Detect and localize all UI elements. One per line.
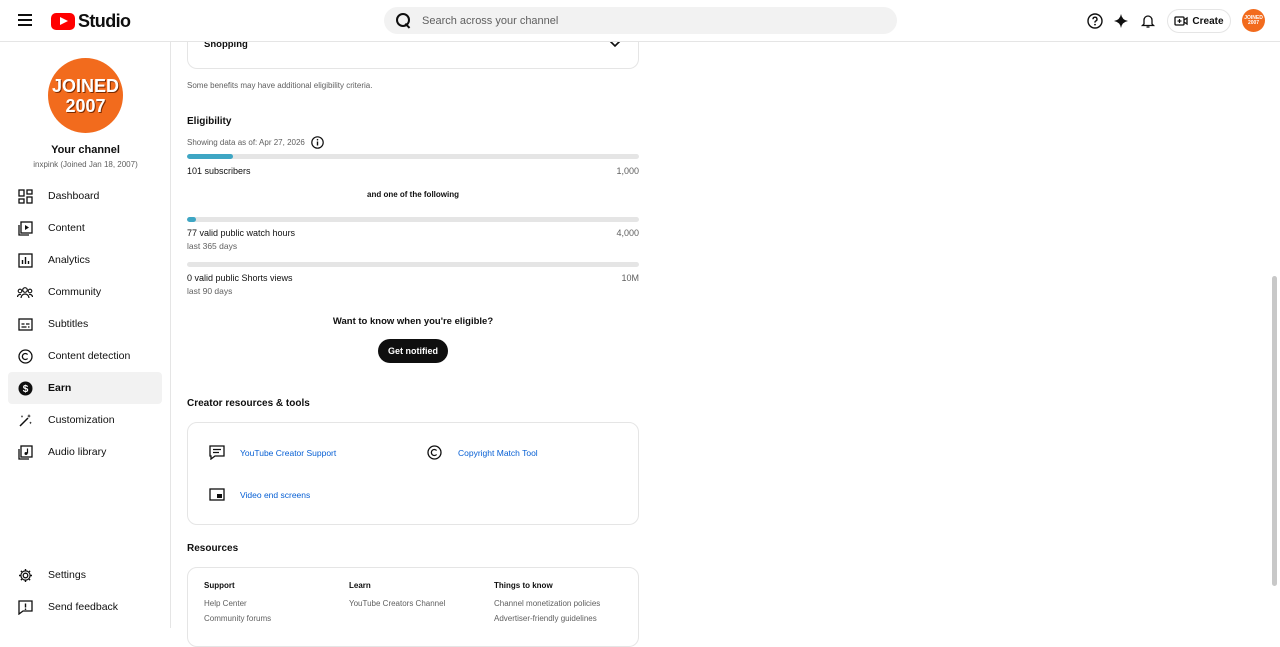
community-forums-link[interactable]: Community forums xyxy=(204,614,271,623)
sidebar-item-community[interactable]: Community xyxy=(8,276,162,308)
top-bar: Studio Create JOINED 2007 xyxy=(0,0,1280,42)
search-input[interactable] xyxy=(422,14,842,27)
subscribers-target: 1,000 xyxy=(616,166,639,176)
sidebar-item-label: Earn xyxy=(48,382,72,394)
search-icon xyxy=(396,13,411,28)
creator-support-label[interactable]: YouTube Creator Support xyxy=(240,448,336,458)
studio-label: Studio xyxy=(78,10,131,31)
dollar-icon: $ xyxy=(17,380,33,396)
shorts-target: 10M xyxy=(621,273,639,283)
creator-support-link[interactable]: YouTube Creator Support xyxy=(209,445,336,460)
sparkle-icon[interactable] xyxy=(1112,12,1130,30)
avatar-line-1: JOINED xyxy=(51,75,120,96)
sidebar-item-label: Settings xyxy=(48,569,86,581)
shorts-progress-bar xyxy=(187,262,639,267)
get-notified-button[interactable]: Get notified xyxy=(378,339,448,363)
advertiser-guidelines-link[interactable]: Advertiser-friendly guidelines xyxy=(494,614,597,623)
community-icon xyxy=(17,284,33,300)
want-to-know-text: Want to know when you're eligible? xyxy=(332,316,494,327)
analytics-icon xyxy=(17,252,33,268)
shorts-label: 0 valid public Shorts views xyxy=(187,273,293,283)
resources-learn-head: Learn xyxy=(349,581,371,590)
copyright-icon xyxy=(17,348,33,364)
watch-hours-target: 4,000 xyxy=(616,228,639,238)
sidebar-item-settings[interactable]: Settings xyxy=(8,559,162,591)
sidebar-item-label: Send feedback xyxy=(48,601,119,613)
subscribers-label: 101 subscribers xyxy=(187,166,251,176)
help-center-link[interactable]: Help Center xyxy=(204,599,247,608)
audio-library-icon xyxy=(17,444,33,460)
create-button[interactable]: Create xyxy=(1167,9,1231,33)
sidebar-item-content[interactable]: Content xyxy=(8,212,162,244)
sidebar-item-analytics[interactable]: Analytics xyxy=(8,244,162,276)
end-screen-icon xyxy=(209,488,225,501)
scrollbar[interactable] xyxy=(1272,276,1277,586)
dashboard-icon xyxy=(17,188,33,204)
notifications-icon[interactable] xyxy=(1139,12,1157,30)
shorts-period: last 90 days xyxy=(187,286,233,296)
subscribers-progress-fill xyxy=(187,154,233,159)
search-bar[interactable] xyxy=(384,7,897,34)
watch-hours-progress-bar xyxy=(187,217,639,222)
resources-card: Support Help Center Community forums Lea… xyxy=(187,567,639,647)
video-add-icon xyxy=(1174,16,1189,26)
subscribers-progress-bar xyxy=(187,154,639,159)
and-one-of-following: and one of the following xyxy=(367,190,459,199)
sidebar-item-label: Analytics xyxy=(48,254,91,266)
sidebar-item-dashboard[interactable]: Dashboard xyxy=(8,180,162,212)
sidebar-item-customization[interactable]: Customization xyxy=(8,404,162,436)
end-screens-link[interactable]: Video end screens xyxy=(209,488,310,501)
resources-title: Resources xyxy=(187,543,239,554)
content-icon xyxy=(17,220,33,236)
end-screens-label[interactable]: Video end screens xyxy=(240,490,310,500)
sidebar-item-label: Dashboard xyxy=(48,190,100,202)
create-label: Create xyxy=(1192,15,1224,27)
copyright-match-label[interactable]: Copyright Match Tool xyxy=(458,448,538,458)
menu-icon[interactable] xyxy=(16,12,34,30)
copyright-match-link[interactable]: Copyright Match Tool xyxy=(427,445,538,460)
feedback-icon xyxy=(17,599,33,615)
magic-wand-icon xyxy=(17,412,33,428)
sidebar-item-label: Customization xyxy=(48,414,115,426)
studio-logo[interactable]: Studio xyxy=(51,10,131,31)
as-of-text: Showing data as of: Apr 27, 2026 xyxy=(187,138,305,147)
main-content: Shopping Some benefits may have addition… xyxy=(171,28,1271,647)
sidebar: JOINED 2007 Your channel inxpink (Joined… xyxy=(0,42,171,628)
monetization-policies-link[interactable]: Channel monetization policies xyxy=(494,599,600,608)
watch-hours-progress-fill xyxy=(187,217,196,222)
resources-support-head: Support xyxy=(204,581,235,590)
sidebar-item-label: Content detection xyxy=(48,350,131,362)
help-icon[interactable] xyxy=(1086,12,1104,30)
gear-icon xyxy=(17,567,33,583)
sidebar-item-label: Audio library xyxy=(48,446,107,458)
creator-tools-title: Creator resources & tools xyxy=(187,398,310,409)
sidebar-item-audio-library[interactable]: Audio library xyxy=(8,436,162,468)
copyright-icon xyxy=(427,445,442,460)
channel-subtitle: inxpink (Joined Jan 18, 2007) xyxy=(33,160,138,169)
subtitles-icon xyxy=(17,316,33,332)
sidebar-item-label: Content xyxy=(48,222,85,234)
sidebar-item-label: Community xyxy=(48,286,102,298)
svg-text:$: $ xyxy=(22,384,28,395)
benefits-note: Some benefits may have additional eligib… xyxy=(187,81,373,90)
account-avatar[interactable]: JOINED 2007 xyxy=(1242,9,1265,32)
sidebar-item-subtitles[interactable]: Subtitles xyxy=(8,308,162,340)
watch-hours-label: 77 valid public watch hours xyxy=(187,228,296,238)
sidebar-item-earn[interactable]: $ Earn xyxy=(8,372,162,404)
data-as-of: Showing data as of: Apr 27, 2026 xyxy=(187,136,324,149)
info-icon[interactable] xyxy=(311,136,324,149)
channel-avatar[interactable]: JOINED 2007 xyxy=(48,58,123,133)
watch-hours-period: last 365 days xyxy=(187,241,238,251)
youtube-logo-icon xyxy=(51,12,75,30)
creator-tools-card: YouTube Creator Support Copyright Match … xyxy=(187,422,639,525)
chat-icon xyxy=(209,445,225,460)
avatar-line-2: 2007 xyxy=(65,95,106,116)
sidebar-item-content-detection[interactable]: Content detection xyxy=(8,340,162,372)
sidebar-item-send-feedback[interactable]: Send feedback xyxy=(8,591,162,623)
channel-title: Your channel xyxy=(51,144,120,156)
eligibility-title: Eligibility xyxy=(187,116,232,127)
creators-channel-link[interactable]: YouTube Creators Channel xyxy=(349,599,445,608)
sidebar-item-label: Subtitles xyxy=(48,318,89,330)
resources-things-head: Things to know xyxy=(494,581,553,590)
